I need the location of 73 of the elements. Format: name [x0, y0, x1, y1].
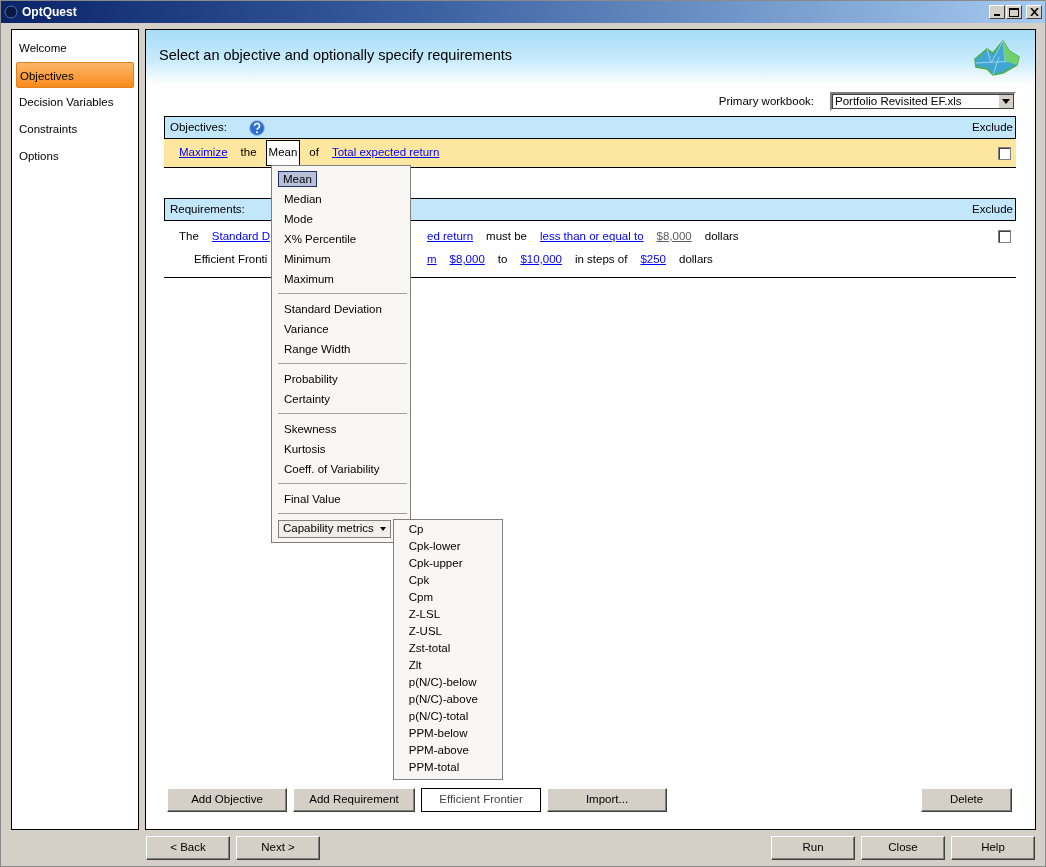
label-text: The — [179, 228, 199, 244]
label-text: the — [240, 145, 257, 161]
statistic-field[interactable]: Mean — [265, 140, 301, 166]
link-text[interactable]: Standard D — [211, 227, 270, 246]
menu-item[interactable]: Minimum — [278, 248, 337, 269]
menu-item[interactable]: Cpk — [408, 571, 502, 589]
label-text: must be — [486, 228, 527, 244]
workbook-dropdown[interactable]: Portfolio Revisited EF.xls — [830, 92, 1016, 111]
menu-item[interactable]: PPM-below — [408, 724, 502, 742]
value-link[interactable]: $8,000 — [656, 227, 692, 246]
exclude-label: Exclude — [972, 119, 1013, 135]
menu-item[interactable]: X% Percentile — [278, 228, 363, 249]
menu-item[interactable]: Z-USL — [408, 622, 502, 640]
label-text: dollars — [704, 228, 739, 244]
label-text: Efficient Fronti — [194, 251, 268, 267]
menu-item[interactable]: Skewness — [278, 418, 343, 439]
menu-item[interactable]: Z-LSL — [408, 605, 502, 623]
menu-item[interactable]: p(N/C)-below — [408, 673, 502, 691]
label-text: to — [497, 251, 508, 267]
label-text: dollars — [679, 251, 713, 267]
link-text[interactable]: $10,000 — [520, 250, 562, 269]
menu-item[interactable]: Standard Deviation — [278, 298, 388, 319]
link-text[interactable]: Total expected return — [331, 144, 440, 162]
panel-button[interactable]: Add Objective — [167, 788, 287, 812]
section-title: Objectives: — [170, 119, 227, 135]
menu-item[interactable]: Kurtosis — [278, 438, 332, 459]
nav-button[interactable]: Next > — [236, 836, 320, 860]
sidebar-item[interactable]: Options — [16, 143, 134, 169]
menu-item[interactable]: Cpk-lower — [408, 537, 502, 555]
menu-item[interactable]: p(N/C)-above — [408, 690, 502, 708]
link-text[interactable]: $8,000 — [449, 250, 485, 269]
link-text[interactable]: ed return — [427, 227, 474, 246]
workbook-label: Primary workbook: — [718, 93, 814, 109]
menu-item[interactable]: Cpm — [408, 588, 502, 606]
menu-item[interactable]: Variance — [278, 318, 335, 339]
menu-item[interactable]: Mode — [278, 208, 319, 229]
menu-item[interactable]: Median — [278, 188, 328, 209]
exclude-label: Exclude — [972, 201, 1013, 217]
panel-button[interactable]: Import... — [547, 788, 667, 812]
nav-button[interactable]: < Back — [146, 836, 230, 860]
delete-button[interactable]: Delete — [921, 788, 1012, 812]
label-text: of — [309, 145, 319, 161]
menu-item[interactable]: Cp — [408, 520, 502, 538]
action-button[interactable]: Help — [951, 836, 1035, 860]
submenu-button[interactable]: Capability metrics — [278, 519, 391, 538]
page-heading: Select an objective and optionally specify requirements — [159, 45, 513, 65]
menu-item[interactable]: Final Value — [278, 488, 347, 509]
section-title: Requirements: — [170, 201, 245, 217]
sidebar-item[interactable]: Objectives — [16, 62, 134, 88]
link-text[interactable]: less than or equal to — [539, 227, 644, 246]
action-button[interactable]: Run — [771, 836, 855, 860]
link-text[interactable]: m — [427, 250, 437, 269]
menu-item[interactable]: Probability — [278, 368, 344, 389]
menu-item[interactable]: PPM-total — [408, 758, 502, 776]
window-title: OptQuest — [22, 4, 77, 21]
menu-item[interactable]: Certainty — [278, 388, 337, 409]
sidebar-item[interactable]: Decision Variables — [16, 89, 134, 115]
menu-item[interactable]: Mean — [278, 170, 317, 187]
menu-item[interactable]: Zlt — [408, 656, 502, 674]
menu-item[interactable]: Coeff. of Variability — [278, 458, 386, 479]
action-button[interactable]: Close — [861, 836, 945, 860]
link-text[interactable]: Maximize — [179, 144, 228, 162]
menu-item[interactable]: Cpk-upper — [408, 554, 502, 572]
panel-button[interactable]: Add Requirement — [293, 788, 415, 812]
sidebar-item[interactable]: Welcome — [16, 35, 134, 61]
menu-item[interactable]: PPM-above — [408, 741, 502, 759]
sidebar-item[interactable]: Constraints — [16, 116, 134, 142]
link-text[interactable]: $250 — [640, 250, 666, 269]
menu-item[interactable]: Zst-total — [408, 639, 502, 657]
label-text: in steps of — [574, 251, 628, 267]
menu-item[interactable]: p(N/C)-total — [408, 707, 502, 725]
menu-item[interactable]: Range Width — [278, 338, 357, 359]
menu-item[interactable]: Maximum — [278, 268, 340, 289]
